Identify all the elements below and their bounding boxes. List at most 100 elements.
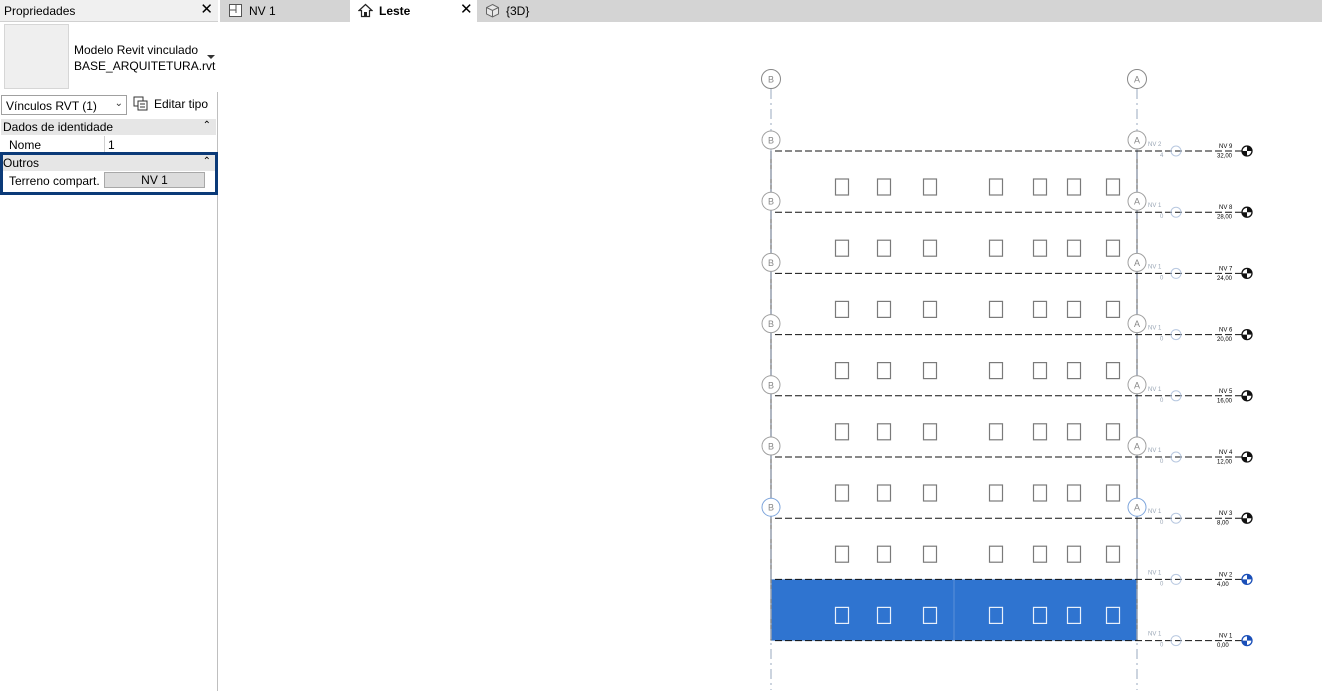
elevation-drawing[interactable]: B B B B B B B B A A A A A A A A NV 2 4 NV 9 32,00 NV 1 0 NV 8… [220, 22, 1322, 691]
window [1105, 178, 1121, 196]
level-head-quadrant [1247, 268, 1252, 274]
window [834, 178, 850, 196]
window [834, 362, 850, 380]
window [876, 423, 892, 441]
window [1032, 423, 1048, 441]
window [834, 300, 850, 318]
window [834, 423, 850, 441]
level-elevation: 32,00 [1217, 154, 1233, 160]
window [1066, 484, 1082, 502]
tab-label: Leste [379, 4, 411, 18]
level-name: NV 9 [1219, 144, 1233, 150]
ghost-level-name: NV 2 [1148, 142, 1162, 148]
view-tab-bar: NV 1 Leste ✕ {3D} [220, 0, 1322, 22]
grid-label: B [768, 442, 774, 452]
window [988, 178, 1004, 196]
window [876, 484, 892, 502]
level-head-quadrant [1247, 574, 1252, 580]
level-name: NV 8 [1219, 205, 1233, 211]
window [876, 239, 892, 257]
tab-3d[interactable]: {3D} [477, 0, 577, 22]
close-icon[interactable]: ✕ [200, 2, 213, 18]
window [1105, 484, 1121, 502]
type-name-label: BASE_ARQUITETURA.rvt [74, 59, 216, 73]
window [988, 362, 1004, 380]
window [834, 484, 850, 502]
window [922, 545, 938, 563]
grid-label: B [768, 75, 774, 85]
level-elevation: 24,00 [1217, 276, 1233, 282]
window [1032, 484, 1048, 502]
edit-type-button[interactable]: Editar tipo [132, 95, 216, 115]
grid-label: B [768, 319, 774, 329]
ghost-level-value: 0 [1160, 398, 1164, 404]
ghost-level-value: 0 [1160, 581, 1164, 587]
ghost-level-value: 0 [1160, 459, 1164, 465]
group-header-identity-data[interactable]: Dados de identidade ⌃ [1, 119, 216, 135]
window [1066, 178, 1082, 196]
grid-label: A [1134, 197, 1140, 207]
level-head-quadrant [1247, 635, 1252, 641]
level-name: NV 6 [1219, 328, 1233, 334]
chevron-down-icon[interactable] [207, 55, 215, 59]
ghost-level-value: 4 [1160, 153, 1164, 159]
grid-label: B [768, 136, 774, 146]
ghost-level-name: NV 1 [1148, 509, 1162, 515]
window [922, 239, 938, 257]
grid-label: A [1134, 380, 1140, 390]
edit-type-label: Editar tipo [154, 97, 209, 111]
properties-title: Propriedades [4, 4, 76, 18]
window [1032, 178, 1048, 196]
property-key: Nome [9, 138, 42, 152]
window [1066, 362, 1082, 380]
grid-label: A [1134, 442, 1140, 452]
window [922, 362, 938, 380]
edit-type-icon [133, 96, 148, 111]
group-label: Dados de identidade [3, 120, 114, 134]
window [876, 545, 892, 563]
ghost-level-name: NV 1 [1148, 264, 1162, 270]
window [834, 545, 850, 563]
ghost-level-name: NV 1 [1148, 632, 1162, 638]
elevation-view-canvas[interactable]: B B B B B B B B A A A A A A A A NV 2 4 NV 9 32,00 NV 1 0 NV 8… [220, 22, 1322, 691]
property-value[interactable]: 1 [108, 138, 115, 152]
cube-3d-icon [486, 3, 499, 18]
grid-label: A [1134, 319, 1140, 329]
instance-filter-dropdown[interactable]: Vínculos RVT (1) ⌄ [1, 95, 127, 115]
grid-label: A [1134, 136, 1140, 146]
collapse-icon[interactable]: ⌃ [203, 120, 211, 131]
level-name: NV 5 [1219, 389, 1233, 395]
property-row-name[interactable]: Nome 1 [1, 136, 216, 153]
grid-label: B [768, 503, 774, 513]
grid-label: A [1134, 503, 1140, 513]
level-head-quadrant [1242, 640, 1247, 646]
type-selector[interactable]: Modelo Revit vinculado BASE_ARQUITETURA.… [0, 22, 218, 92]
window [988, 423, 1004, 441]
level-name: NV 1 [1219, 634, 1233, 640]
window [922, 484, 938, 502]
level-name: NV 2 [1219, 572, 1233, 578]
close-icon[interactable]: ✕ [460, 2, 473, 18]
level-name: NV 3 [1219, 511, 1233, 517]
grid-label: B [768, 197, 774, 207]
level-head-quadrant [1242, 518, 1247, 524]
window [1105, 300, 1121, 318]
elevation-icon [358, 3, 373, 18]
level-head-quadrant [1242, 579, 1247, 585]
ghost-level-name: NV 1 [1148, 448, 1162, 454]
level-elevation: 8,00 [1217, 521, 1229, 527]
tab-leste[interactable]: Leste ✕ [350, 0, 477, 22]
chevron-down-icon: ⌄ [114, 98, 123, 109]
grid-label: A [1134, 258, 1140, 268]
tab-label: NV 1 [249, 4, 276, 18]
ghost-level-name: NV 1 [1148, 203, 1162, 209]
window [1105, 545, 1121, 563]
level-elevation: 20,00 [1217, 337, 1233, 343]
level-name: NV 7 [1219, 266, 1233, 272]
ghost-level-value: 0 [1160, 337, 1164, 343]
level-head-quadrant [1242, 273, 1247, 279]
level-name: NV 4 [1219, 450, 1233, 456]
window [988, 545, 1004, 563]
ghost-level-name: NV 1 [1148, 387, 1162, 393]
tab-nv1[interactable]: NV 1 [220, 0, 350, 22]
